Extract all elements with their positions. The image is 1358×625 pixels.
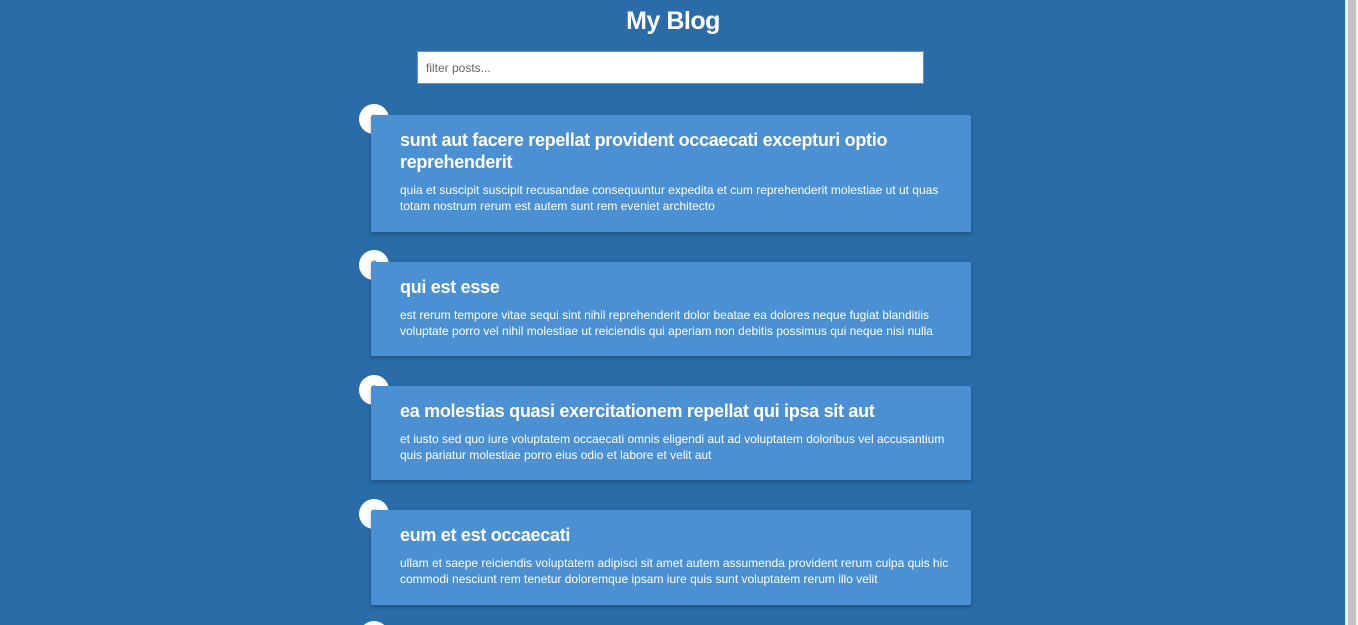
post-number-badge <box>359 621 389 625</box>
post-card[interactable]: qui est esse est rerum tempore vitae seq… <box>371 262 971 356</box>
page-title: My Blog <box>626 7 720 35</box>
post-body: ullam et saepe reiciendis voluptatem adi… <box>400 556 949 586</box>
post-body: quia et suscipit suscipit recusandae con… <box>400 183 939 213</box>
post-card[interactable]: ea molestias quasi exercitationem repell… <box>371 386 971 480</box>
post-card[interactable]: eum et est occaecati ullam et saepe reic… <box>371 510 971 605</box>
post-body: et iusto sed quo iure voluptatem occaeca… <box>400 432 945 462</box>
post-body: est rerum tempore vitae sequi sint nihil… <box>400 308 933 338</box>
post-title: sunt aut facere repellat provident occae… <box>400 130 888 172</box>
post-card[interactable]: sunt aut facere repellat provident occae… <box>371 115 971 232</box>
post-title: eum et est occaecati <box>400 525 571 545</box>
post-title: qui est esse <box>400 277 500 297</box>
vertical-scrollbar[interactable] <box>1345 0 1358 625</box>
scrollbar-thumb[interactable] <box>1348 0 1356 625</box>
post-title: ea molestias quasi exercitationem repell… <box>400 401 875 421</box>
filter-posts-input[interactable] <box>417 51 924 84</box>
